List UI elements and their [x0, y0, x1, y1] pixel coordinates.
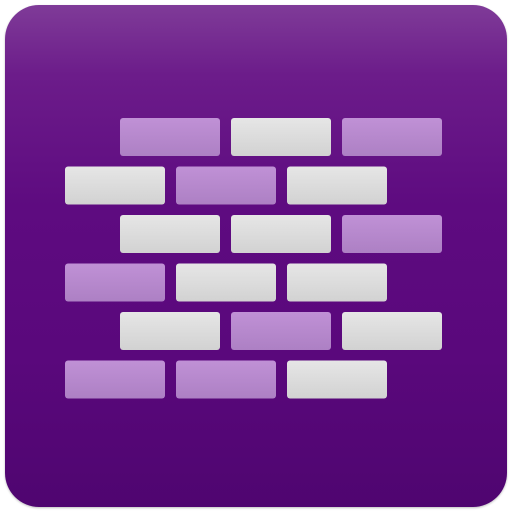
brick-light	[287, 166, 387, 205]
brick-light	[231, 215, 331, 253]
brick-light	[120, 312, 220, 350]
brick-light	[65, 166, 165, 205]
brick-light	[342, 312, 442, 350]
brick-purple	[231, 312, 331, 350]
brick-light	[176, 263, 276, 302]
brick-purple	[176, 360, 276, 399]
app-icon	[5, 5, 507, 507]
brick-purple	[176, 166, 276, 205]
brick-purple	[342, 118, 442, 156]
brick-purple	[65, 360, 165, 399]
brick-purple	[120, 118, 220, 156]
brick-light	[287, 263, 387, 302]
bricks-group	[65, 118, 442, 399]
brick-wall-icon	[65, 118, 442, 399]
brick-purple	[65, 263, 165, 302]
brick-light	[231, 118, 331, 156]
brick-purple	[342, 215, 442, 253]
brick-light	[120, 215, 220, 253]
brick-light	[287, 360, 387, 399]
